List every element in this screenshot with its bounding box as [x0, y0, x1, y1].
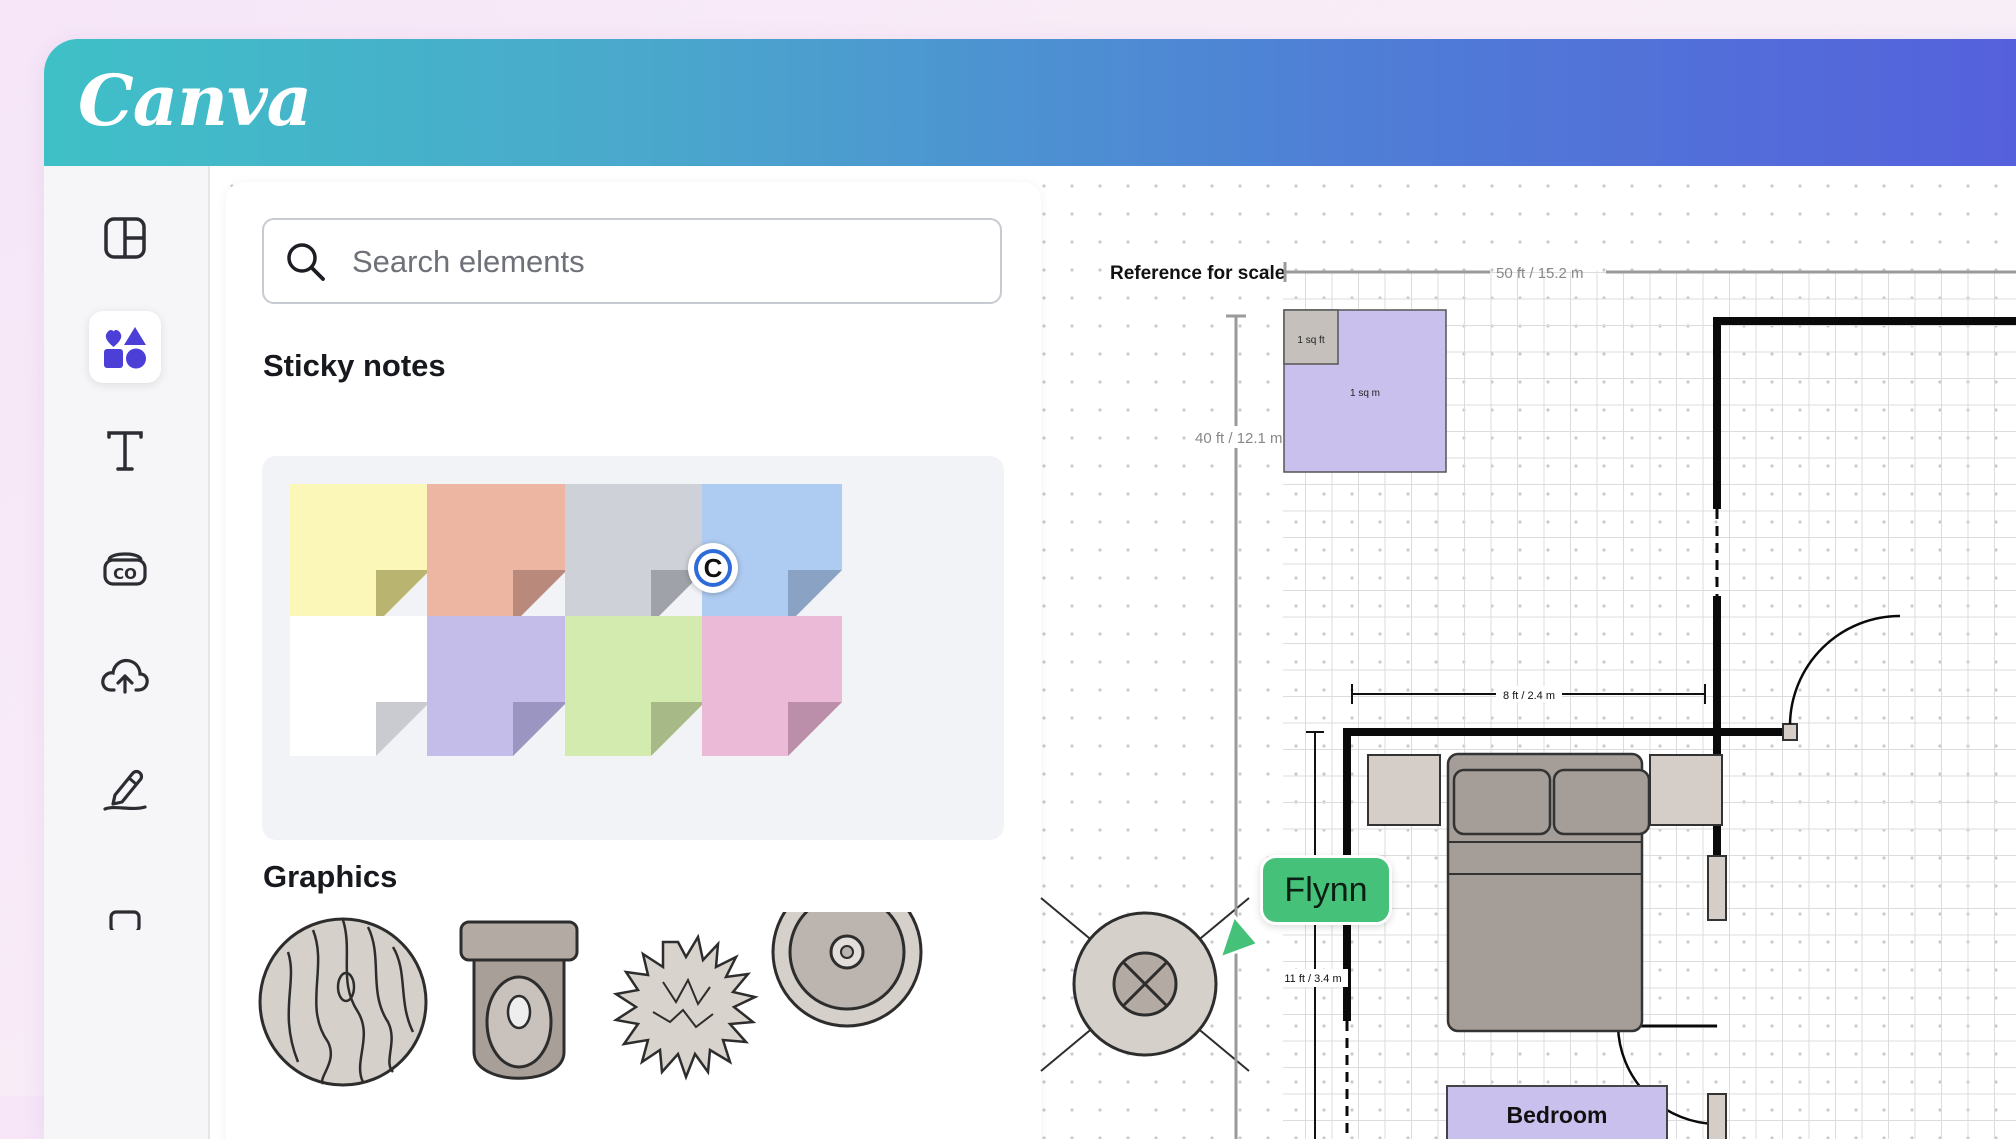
canva-logo[interactable]: Canva	[78, 59, 312, 142]
scale-left-label: 40 ft / 12.1 m	[1195, 430, 1283, 447]
brand-icon: CO	[103, 552, 147, 586]
more-apps-icon	[109, 910, 141, 930]
sticky-note-7[interactable]	[565, 616, 705, 756]
sticky-note-3[interactable]	[565, 484, 705, 624]
collaborator-cursor-icon	[1218, 914, 1260, 960]
bedroom-label: Bedroom	[1507, 1102, 1608, 1128]
elements-tab-button[interactable]	[89, 311, 161, 383]
search-box[interactable]	[262, 218, 1002, 304]
graphics-row	[258, 912, 923, 1087]
toilet-graphic[interactable]	[459, 920, 579, 1080]
sq-ft-label: 1 sq ft	[1297, 335, 1324, 346]
cloud-upload-icon	[101, 658, 149, 694]
top-bar: Canva	[44, 39, 2016, 166]
graphics-heading: Graphics	[263, 859, 398, 894]
nightstand-right	[1649, 754, 1723, 826]
text-icon	[107, 431, 143, 471]
sticky-note-5[interactable]	[290, 616, 430, 756]
side-rail: CO	[44, 166, 210, 1139]
shrub-graphic[interactable]	[612, 933, 759, 1081]
sq-m-label: 1 sq m	[1350, 388, 1380, 399]
search-input[interactable]	[350, 234, 974, 290]
text-tab-button[interactable]	[89, 415, 161, 487]
round-table-graphic[interactable]	[771, 912, 923, 1028]
elements-icon	[104, 327, 146, 369]
canva-app-window: Canva CO Search elements Sticky notes Gr…	[44, 39, 2016, 1139]
svg-text:CO: CO	[113, 565, 137, 583]
search-icon	[287, 243, 325, 281]
brand-tab-button[interactable]: CO	[89, 530, 161, 602]
sticky-notes-heading: Sticky notes	[263, 348, 446, 383]
width-dimension-label: 8 ft / 2.4 m	[1503, 690, 1555, 702]
workspace: Sticky notes Graphics	[210, 166, 2016, 1139]
sticky-notes-grid	[262, 456, 1004, 840]
cursor-badge-letter: C	[698, 553, 728, 583]
sticky-note-1[interactable]	[290, 484, 430, 624]
nightstand-left	[1367, 754, 1441, 826]
sticky-note-8[interactable]	[702, 616, 842, 756]
scale-top-label: 50 ft / 15.2 m	[1496, 265, 1584, 282]
height-dimension-label: 11 ft / 3.4 m	[1284, 973, 1341, 985]
reference-label: Reference for scale	[1110, 263, 1285, 284]
pen-draw-icon	[103, 769, 147, 811]
draw-tab-button[interactable]	[89, 753, 161, 825]
layout-icon	[104, 217, 146, 259]
elements-panel: Sticky notes Graphics	[226, 182, 1041, 1139]
floorplan-canvas[interactable]: Reference for scale 50 ft / 15.2 m 40 ft…	[1040, 166, 2016, 1139]
more-tab-button[interactable]	[89, 872, 161, 944]
floorplan-drawing: Reference for scale 50 ft / 15.2 m 40 ft…	[1040, 262, 2016, 1139]
sticky-note-2[interactable]	[427, 484, 567, 624]
sticky-note-6[interactable]	[427, 616, 567, 756]
uploads-tab-button[interactable]	[89, 640, 161, 712]
design-tab-button[interactable]	[89, 202, 161, 274]
collaborator-name-tag: Flynn	[1260, 855, 1392, 925]
wood-table-graphic[interactable]	[258, 917, 428, 1087]
canva-cursor-icon: C	[688, 543, 738, 593]
